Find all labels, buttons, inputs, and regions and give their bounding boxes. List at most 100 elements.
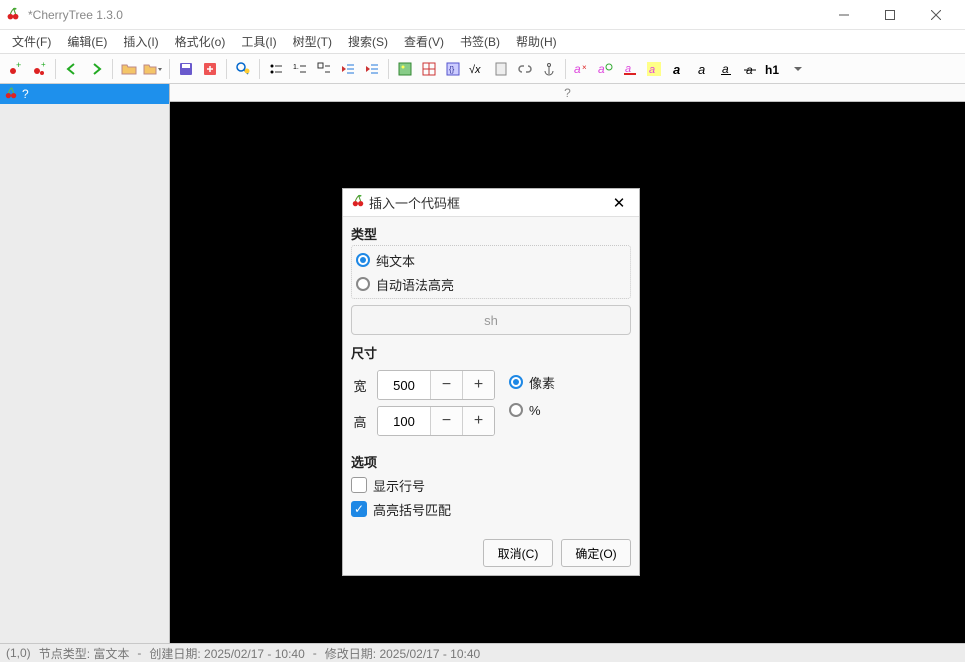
export-icon[interactable] xyxy=(199,58,221,80)
heading-dropdown-icon[interactable] xyxy=(787,58,809,80)
menu-file[interactable]: 文件(F) xyxy=(4,31,59,52)
menu-format[interactable]: 格式化(o) xyxy=(167,31,234,52)
format-clear-icon[interactable]: a× xyxy=(571,58,593,80)
text-color-icon[interactable]: a xyxy=(619,58,641,80)
status-sep: - xyxy=(313,646,317,660)
svg-text:×: × xyxy=(582,63,587,72)
height-input[interactable] xyxy=(378,407,430,435)
menu-help[interactable]: 帮助(H) xyxy=(508,31,565,52)
menu-tool[interactable]: 工具(I) xyxy=(233,31,284,52)
status-created: 创建日期: 2025/02/17 - 10:40 xyxy=(149,645,304,662)
width-increment-button[interactable]: + xyxy=(462,371,494,399)
menu-edit[interactable]: 编辑(E) xyxy=(59,31,115,52)
checkbox-bracket[interactable]: ✓ 高亮括号匹配 xyxy=(351,497,631,521)
tree-node-selected[interactable]: ? xyxy=(0,84,169,104)
italic-icon[interactable]: a xyxy=(691,58,713,80)
underline-icon[interactable]: a xyxy=(715,58,737,80)
insert-anchor-icon[interactable] xyxy=(538,58,560,80)
back-icon[interactable] xyxy=(61,58,83,80)
format-recent-icon[interactable]: a xyxy=(595,58,617,80)
bg-color-icon[interactable]: a xyxy=(643,58,665,80)
save-icon[interactable] xyxy=(175,58,197,80)
radio-pixels-label: 像素 xyxy=(529,373,555,392)
menu-insert[interactable]: 插入(I) xyxy=(115,31,166,52)
width-decrement-button[interactable]: − xyxy=(430,371,462,399)
bold-icon[interactable]: a xyxy=(667,58,689,80)
outdent-icon[interactable] xyxy=(337,58,359,80)
tree-node-label: ? xyxy=(22,87,29,101)
toolbar-separator xyxy=(169,59,170,79)
menu-view[interactable]: 查看(V) xyxy=(396,31,452,52)
height-increment-button[interactable]: + xyxy=(462,407,494,435)
strikethrough-icon[interactable]: a xyxy=(739,58,761,80)
radio-plaintext-label: 纯文本 xyxy=(376,251,415,270)
insert-image-icon[interactable] xyxy=(394,58,416,80)
heading-icon[interactable]: h1 xyxy=(763,58,785,80)
checkbox-linenum-label: 显示行号 xyxy=(373,476,425,495)
node-add-icon[interactable]: + xyxy=(4,58,26,80)
svg-text:+: + xyxy=(41,61,46,69)
width-label: 宽 xyxy=(351,376,369,395)
radio-plaintext[interactable]: 纯文本 xyxy=(356,248,626,272)
menu-tree[interactable]: 树型(T) xyxy=(285,31,340,52)
cancel-button[interactable]: 取消(C) xyxy=(483,539,553,567)
svg-text:h1: h1 xyxy=(765,63,779,76)
insert-file-icon[interactable] xyxy=(490,58,512,80)
maximize-button[interactable] xyxy=(867,0,913,30)
ruler: ? xyxy=(170,84,965,102)
open-folder-icon[interactable] xyxy=(118,58,140,80)
language-field[interactable]: sh xyxy=(351,305,631,335)
titlebar: *CherryTree 1.3.0 xyxy=(0,0,965,30)
toolbar-separator xyxy=(565,59,566,79)
checkbox-linenum[interactable]: 显示行号 xyxy=(351,473,631,497)
ok-button[interactable]: 确定(O) xyxy=(561,539,631,567)
radio-autosyntax[interactable]: 自动语法高亮 xyxy=(356,272,626,296)
toolbar-separator xyxy=(112,59,113,79)
radio-icon xyxy=(356,277,370,291)
section-options-label: 选项 xyxy=(351,452,631,471)
insert-link-icon[interactable] xyxy=(514,58,536,80)
height-decrement-button[interactable]: − xyxy=(430,407,462,435)
statusbar: (1,0) 节点类型: 富文本 - 创建日期: 2025/02/17 - 10:… xyxy=(0,643,965,662)
window-title: *CherryTree 1.3.0 xyxy=(28,8,821,22)
indent-icon[interactable] xyxy=(361,58,383,80)
numbered-list-icon[interactable]: 1. xyxy=(289,58,311,80)
insert-codebox-icon[interactable]: {} xyxy=(442,58,464,80)
svg-text:a: a xyxy=(722,62,729,76)
open-folder-dropdown-icon[interactable] xyxy=(142,58,164,80)
menu-search[interactable]: 搜索(S) xyxy=(340,31,396,52)
menu-bookmark[interactable]: 书签(B) xyxy=(452,31,508,52)
radio-percent[interactable]: % xyxy=(509,398,555,422)
insert-equation-icon[interactable]: √x xyxy=(466,58,488,80)
search-icon[interactable] xyxy=(232,58,254,80)
toolbar-separator xyxy=(55,59,56,79)
checkbox-list-icon[interactable] xyxy=(313,58,335,80)
svg-text:{}: {} xyxy=(449,65,455,74)
toolbar-separator xyxy=(388,59,389,79)
height-spinner: − + xyxy=(377,406,495,436)
height-label: 高 xyxy=(351,412,369,431)
toolbar-separator xyxy=(226,59,227,79)
node-add-child-icon[interactable]: + xyxy=(28,58,50,80)
section-size-label: 尺寸 xyxy=(351,343,631,362)
forward-icon[interactable] xyxy=(85,58,107,80)
radio-icon xyxy=(509,403,523,417)
language-value: sh xyxy=(484,313,498,328)
toolbar-separator xyxy=(259,59,260,79)
insert-table-icon[interactable] xyxy=(418,58,440,80)
width-input[interactable] xyxy=(378,371,430,399)
radio-pixels[interactable]: 像素 xyxy=(509,370,555,394)
tree-panel[interactable]: ? xyxy=(0,84,170,643)
svg-text:a: a xyxy=(673,62,680,76)
bullet-list-icon[interactable] xyxy=(265,58,287,80)
dialog-titlebar[interactable]: 插入一个代码框 ✕ xyxy=(343,189,639,217)
svg-text:a: a xyxy=(598,62,605,76)
status-cursor: (1,0) xyxy=(6,646,31,660)
status-nodetype: 节点类型: 富文本 xyxy=(39,645,130,662)
status-modified: 修改日期: 2025/02/17 - 10:40 xyxy=(325,645,480,662)
checkbox-bracket-label: 高亮括号匹配 xyxy=(373,500,451,519)
close-button[interactable] xyxy=(913,0,959,30)
dialog-close-icon[interactable]: ✕ xyxy=(607,191,631,215)
dialog-cherry-icon xyxy=(351,194,365,211)
minimize-button[interactable] xyxy=(821,0,867,30)
